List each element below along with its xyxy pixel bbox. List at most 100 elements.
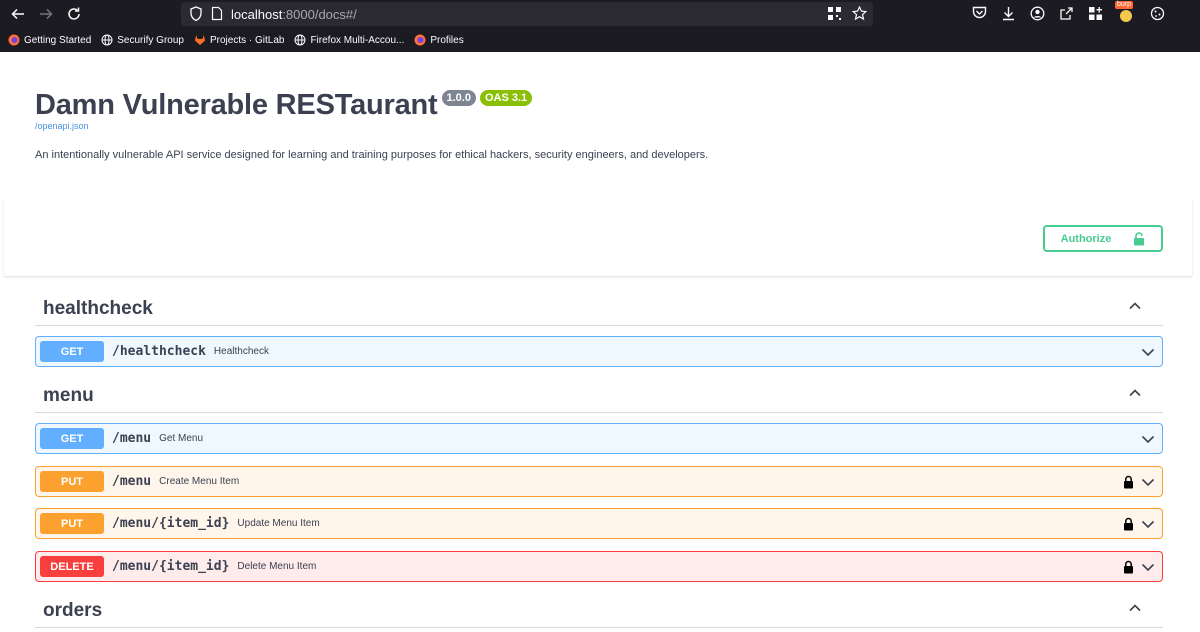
qr-code-icon[interactable] <box>827 6 842 21</box>
oas-badge: OAS 3.1 <box>479 90 533 106</box>
chevron-down-icon[interactable] <box>1140 516 1156 532</box>
downloads-button[interactable] <box>999 4 1017 22</box>
operation-row[interactable]: PUT/menu Create Menu Item <box>35 466 1163 497</box>
lock-icon[interactable] <box>1123 517 1134 531</box>
bookmark-star-icon[interactable] <box>852 6 867 21</box>
method-badge: PUT <box>40 513 104 534</box>
operation-actions <box>1123 559 1156 575</box>
url-host: localhost <box>231 7 283 22</box>
swagger-page: Damn Vulnerable RESTaurant 1.0.0 OAS 3.1… <box>0 52 1200 632</box>
bookmark-item[interactable]: Getting Started <box>8 34 91 46</box>
chevron-down-icon[interactable] <box>1140 431 1156 447</box>
operation-actions <box>1140 344 1156 360</box>
puzzle-icon <box>1088 6 1102 20</box>
chevron-up-icon[interactable] <box>1127 385 1163 406</box>
operation-summary: Create Menu Item <box>159 476 240 487</box>
bookmark-item[interactable]: Projects · GitLab <box>194 34 284 46</box>
method-badge: PUT <box>40 471 104 492</box>
cookie-extension-button[interactable] <box>1148 4 1166 22</box>
tag-name: orders <box>43 599 103 621</box>
scheme-container: Authorize <box>4 200 1192 276</box>
operation-summary: Update Menu Item <box>237 518 320 529</box>
operation-row[interactable]: GET/menu Get Menu <box>35 423 1163 454</box>
title-row: Damn Vulnerable RESTaurant 1.0.0 OAS 3.1 <box>35 88 533 122</box>
extensions-button[interactable] <box>1086 4 1104 22</box>
chevron-down-icon[interactable] <box>1140 344 1156 360</box>
api-info: Damn Vulnerable RESTaurant 1.0.0 OAS 3.1… <box>35 88 708 161</box>
bookmark-item[interactable]: Securify Group <box>101 34 184 46</box>
operation-path: /menu <box>112 474 152 489</box>
globe-icon <box>294 34 306 46</box>
burp-extension-button[interactable]: burp <box>1115 1 1137 22</box>
operation-actions <box>1140 431 1156 447</box>
chevron-down-icon[interactable] <box>1140 559 1156 575</box>
address-bar[interactable]: localhost:8000/docs#/ <box>181 2 873 26</box>
operation-path: /menu/{item_id} <box>112 559 230 574</box>
chevron-up-icon[interactable] <box>1127 600 1163 621</box>
download-icon <box>1002 6 1014 20</box>
pocket-button[interactable] <box>970 4 988 22</box>
operation-summary: Healthcheck <box>213 346 269 357</box>
burp-badge: burp <box>1115 1 1134 9</box>
urlbar-actions <box>827 6 867 21</box>
share-icon <box>1059 6 1073 20</box>
arrow-right-icon <box>40 8 53 20</box>
firefox-icon <box>414 34 426 46</box>
burp-badge-label: burp <box>1117 1 1132 8</box>
tag-name: menu <box>43 384 94 406</box>
api-description: An intentionally vulnerable API service … <box>35 149 709 161</box>
operation-actions <box>1123 516 1156 532</box>
reload-icon <box>68 7 80 20</box>
cookie-icon <box>1150 6 1164 20</box>
operation-path: /healthcheck <box>112 344 206 359</box>
openapi-json-link[interactable]: /openapi.json <box>35 121 89 131</box>
url-text: localhost:8000/docs#/ <box>231 7 357 22</box>
page-icon[interactable] <box>211 6 223 21</box>
authorize-button[interactable]: Authorize <box>1043 225 1163 252</box>
bookmark-label: Profiles <box>430 34 464 46</box>
operation-row[interactable]: DELETE/menu/{item_id} Delete Menu Item <box>35 551 1163 582</box>
globe-icon <box>101 34 113 46</box>
lock-icon[interactable] <box>1123 475 1134 489</box>
reload-button[interactable] <box>64 4 84 24</box>
bookmark-label: Firefox Multi-Accou... <box>310 34 405 46</box>
lock-icon[interactable] <box>1123 560 1134 574</box>
account-icon <box>1030 6 1044 20</box>
operation-summary: Delete Menu Item <box>237 561 317 572</box>
shield-icon[interactable] <box>189 6 203 22</box>
tag-section-menu[interactable]: menu <box>35 379 1163 413</box>
url-path: :8000/docs#/ <box>282 7 357 22</box>
arrow-left-icon <box>11 8 24 20</box>
bookmark-item[interactable]: Profiles <box>414 34 464 46</box>
bookmark-label: Securify Group <box>117 34 184 46</box>
tag-section-healthcheck[interactable]: healthcheck <box>35 292 1163 326</box>
method-badge: GET <box>40 341 104 362</box>
bookmarks-toolbar: Getting Started Securify Group Projects · … <box>0 28 1200 52</box>
pocket-icon <box>972 6 986 19</box>
operation-path: /menu <box>112 431 152 446</box>
method-badge: GET <box>40 428 104 449</box>
toolbar-icons: burp <box>970 1 1166 22</box>
account-button[interactable] <box>1028 4 1046 22</box>
operation-row[interactable]: PUT/menu/{item_id} Update Menu Item <box>35 508 1163 539</box>
forward-button[interactable] <box>36 4 56 24</box>
version-badge: 1.0.0 <box>441 90 476 106</box>
operation-summary: Get Menu <box>159 433 204 444</box>
gitlab-icon <box>194 35 205 45</box>
operation-row[interactable]: GET/healthcheck Healthcheck <box>35 336 1163 367</box>
bookmark-label: Getting Started <box>24 34 92 46</box>
operation-actions <box>1123 474 1156 490</box>
back-button[interactable] <box>8 4 28 24</box>
unlocked-icon <box>1134 231 1145 245</box>
chevron-down-icon[interactable] <box>1140 474 1156 490</box>
firefox-icon <box>8 34 20 46</box>
tag-section-orders[interactable]: orders <box>35 594 1163 628</box>
operation-path: /menu/{item_id} <box>112 516 230 531</box>
bookmark-item[interactable]: Firefox Multi-Accou... <box>294 34 404 46</box>
chevron-up-icon[interactable] <box>1127 298 1163 319</box>
bookmark-label: Projects · GitLab <box>209 34 285 46</box>
browser-chrome: localhost:8000/docs#/ burp Getting Start… <box>0 0 1200 52</box>
share-button[interactable] <box>1057 4 1075 22</box>
burp-icon <box>1120 10 1132 22</box>
method-badge: DELETE <box>40 556 104 577</box>
